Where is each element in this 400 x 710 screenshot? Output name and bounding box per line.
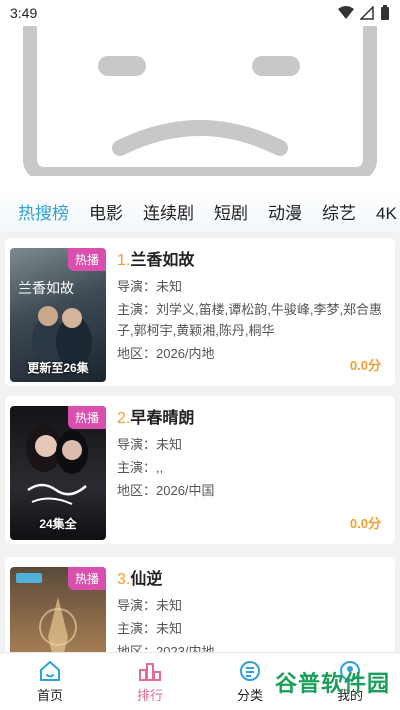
list-item[interactable]: 热播 3.仙逆 导演：未知 主演：未知 地区：2023/内地 <box>5 557 395 652</box>
poster[interactable]: 热播 24集全 <box>10 406 106 540</box>
episode-caption: 更新至26集 <box>27 361 89 375</box>
tab-anime[interactable]: 动漫 <box>258 194 312 234</box>
hot-badge: 热播 <box>67 248 106 271</box>
region: 地区：2023/内地 <box>117 644 215 652</box>
site-watermark: 谷普软件园 <box>274 671 390 696</box>
item-title-row: 3.仙逆 <box>117 569 387 591</box>
nav-ranking[interactable]: 排行 <box>100 653 200 710</box>
item-title: 早春晴朗 <box>130 410 195 427</box>
cast: 主演：未知 <box>117 621 183 636</box>
score: 0.0分 <box>349 516 381 531</box>
item-info: 2.早春晴朗 导演：未知 主演：,, 地区：2026/中国 <box>117 408 387 503</box>
item-info: 3.仙逆 导演：未知 主演：未知 地区：2023/内地 <box>117 569 387 652</box>
category-icon <box>240 660 260 681</box>
broken-image-icon <box>23 26 377 176</box>
status-bar: 3:49 <box>0 0 400 26</box>
category-tabs: 热搜榜 电影 连续剧 短剧 动漫 综艺 4K <box>0 190 400 238</box>
nav-category-label: 分类 <box>236 687 263 703</box>
banner-placeholder[interactable] <box>0 26 400 176</box>
rank-index: 2. <box>117 410 131 427</box>
nav-ranking-label: 排行 <box>136 687 163 703</box>
region: 地区：2026/中国 <box>117 483 215 498</box>
cast: 主演：刘学义,笛楼,谭松韵,牛骏峰,李梦,郑合惠子,郭柯宇,黄颖湘,陈丹,桐华 <box>117 302 383 338</box>
item-title: 兰香如故 <box>130 252 195 269</box>
director: 导演：未知 <box>117 598 183 613</box>
ranking-list: 兰香如故 热播 更新至26集 1.兰香如故 导演：未知 主演：刘学义,笛楼,谭松… <box>0 232 400 652</box>
ranking-icon <box>139 662 161 681</box>
region: 地区：2026/内地 <box>117 346 215 361</box>
director: 导演：未知 <box>117 279 183 294</box>
rank-index: 3. <box>117 571 131 588</box>
tab-movie[interactable]: 电影 <box>79 194 133 234</box>
wifi-icon <box>338 6 354 19</box>
director: 导演：未知 <box>117 437 183 452</box>
status-icons <box>338 5 390 21</box>
item-info: 1.兰香如故 导演：未知 主演：刘学义,笛楼,谭松韵,牛骏峰,李梦,郑合惠子,郭… <box>117 250 387 366</box>
list-item[interactable]: 兰香如故 热播 更新至26集 1.兰香如故 导演：未知 主演：刘学义,笛楼,谭松… <box>5 238 395 386</box>
signal-icon <box>360 6 374 20</box>
poster[interactable]: 兰香如故 热播 更新至26集 <box>10 248 106 382</box>
item-title-row: 1.兰香如故 <box>117 250 387 272</box>
nav-home-label: 首页 <box>36 687 63 703</box>
tab-variety[interactable]: 综艺 <box>312 194 366 234</box>
item-title-row: 2.早春晴朗 <box>117 408 387 430</box>
battery-icon <box>381 5 389 20</box>
cast: 主演：,, <box>117 460 164 475</box>
episode-caption: 24集全 <box>39 517 77 531</box>
poster[interactable]: 热播 <box>10 567 106 652</box>
tab-hot-search[interactable]: 热搜榜 <box>8 194 79 234</box>
rank-index: 1. <box>117 252 131 269</box>
item-title: 仙逆 <box>130 571 163 588</box>
tab-4k[interactable]: 4K <box>366 194 400 234</box>
poster-title: 兰香如故 <box>18 281 74 297</box>
status-time: 3:49 <box>10 5 38 21</box>
nav-home[interactable]: 首页 <box>0 653 100 710</box>
home-icon <box>40 660 60 681</box>
hot-badge: 热播 <box>67 406 106 429</box>
score: 0.0分 <box>349 358 381 373</box>
list-item[interactable]: 热播 24集全 2.早春晴朗 导演：未知 主演：,, 地区：2026/中国 0.… <box>5 396 395 544</box>
hot-badge: 热播 <box>67 567 106 590</box>
tab-short-drama[interactable]: 短剧 <box>204 194 258 234</box>
tab-series[interactable]: 连续剧 <box>133 194 204 234</box>
